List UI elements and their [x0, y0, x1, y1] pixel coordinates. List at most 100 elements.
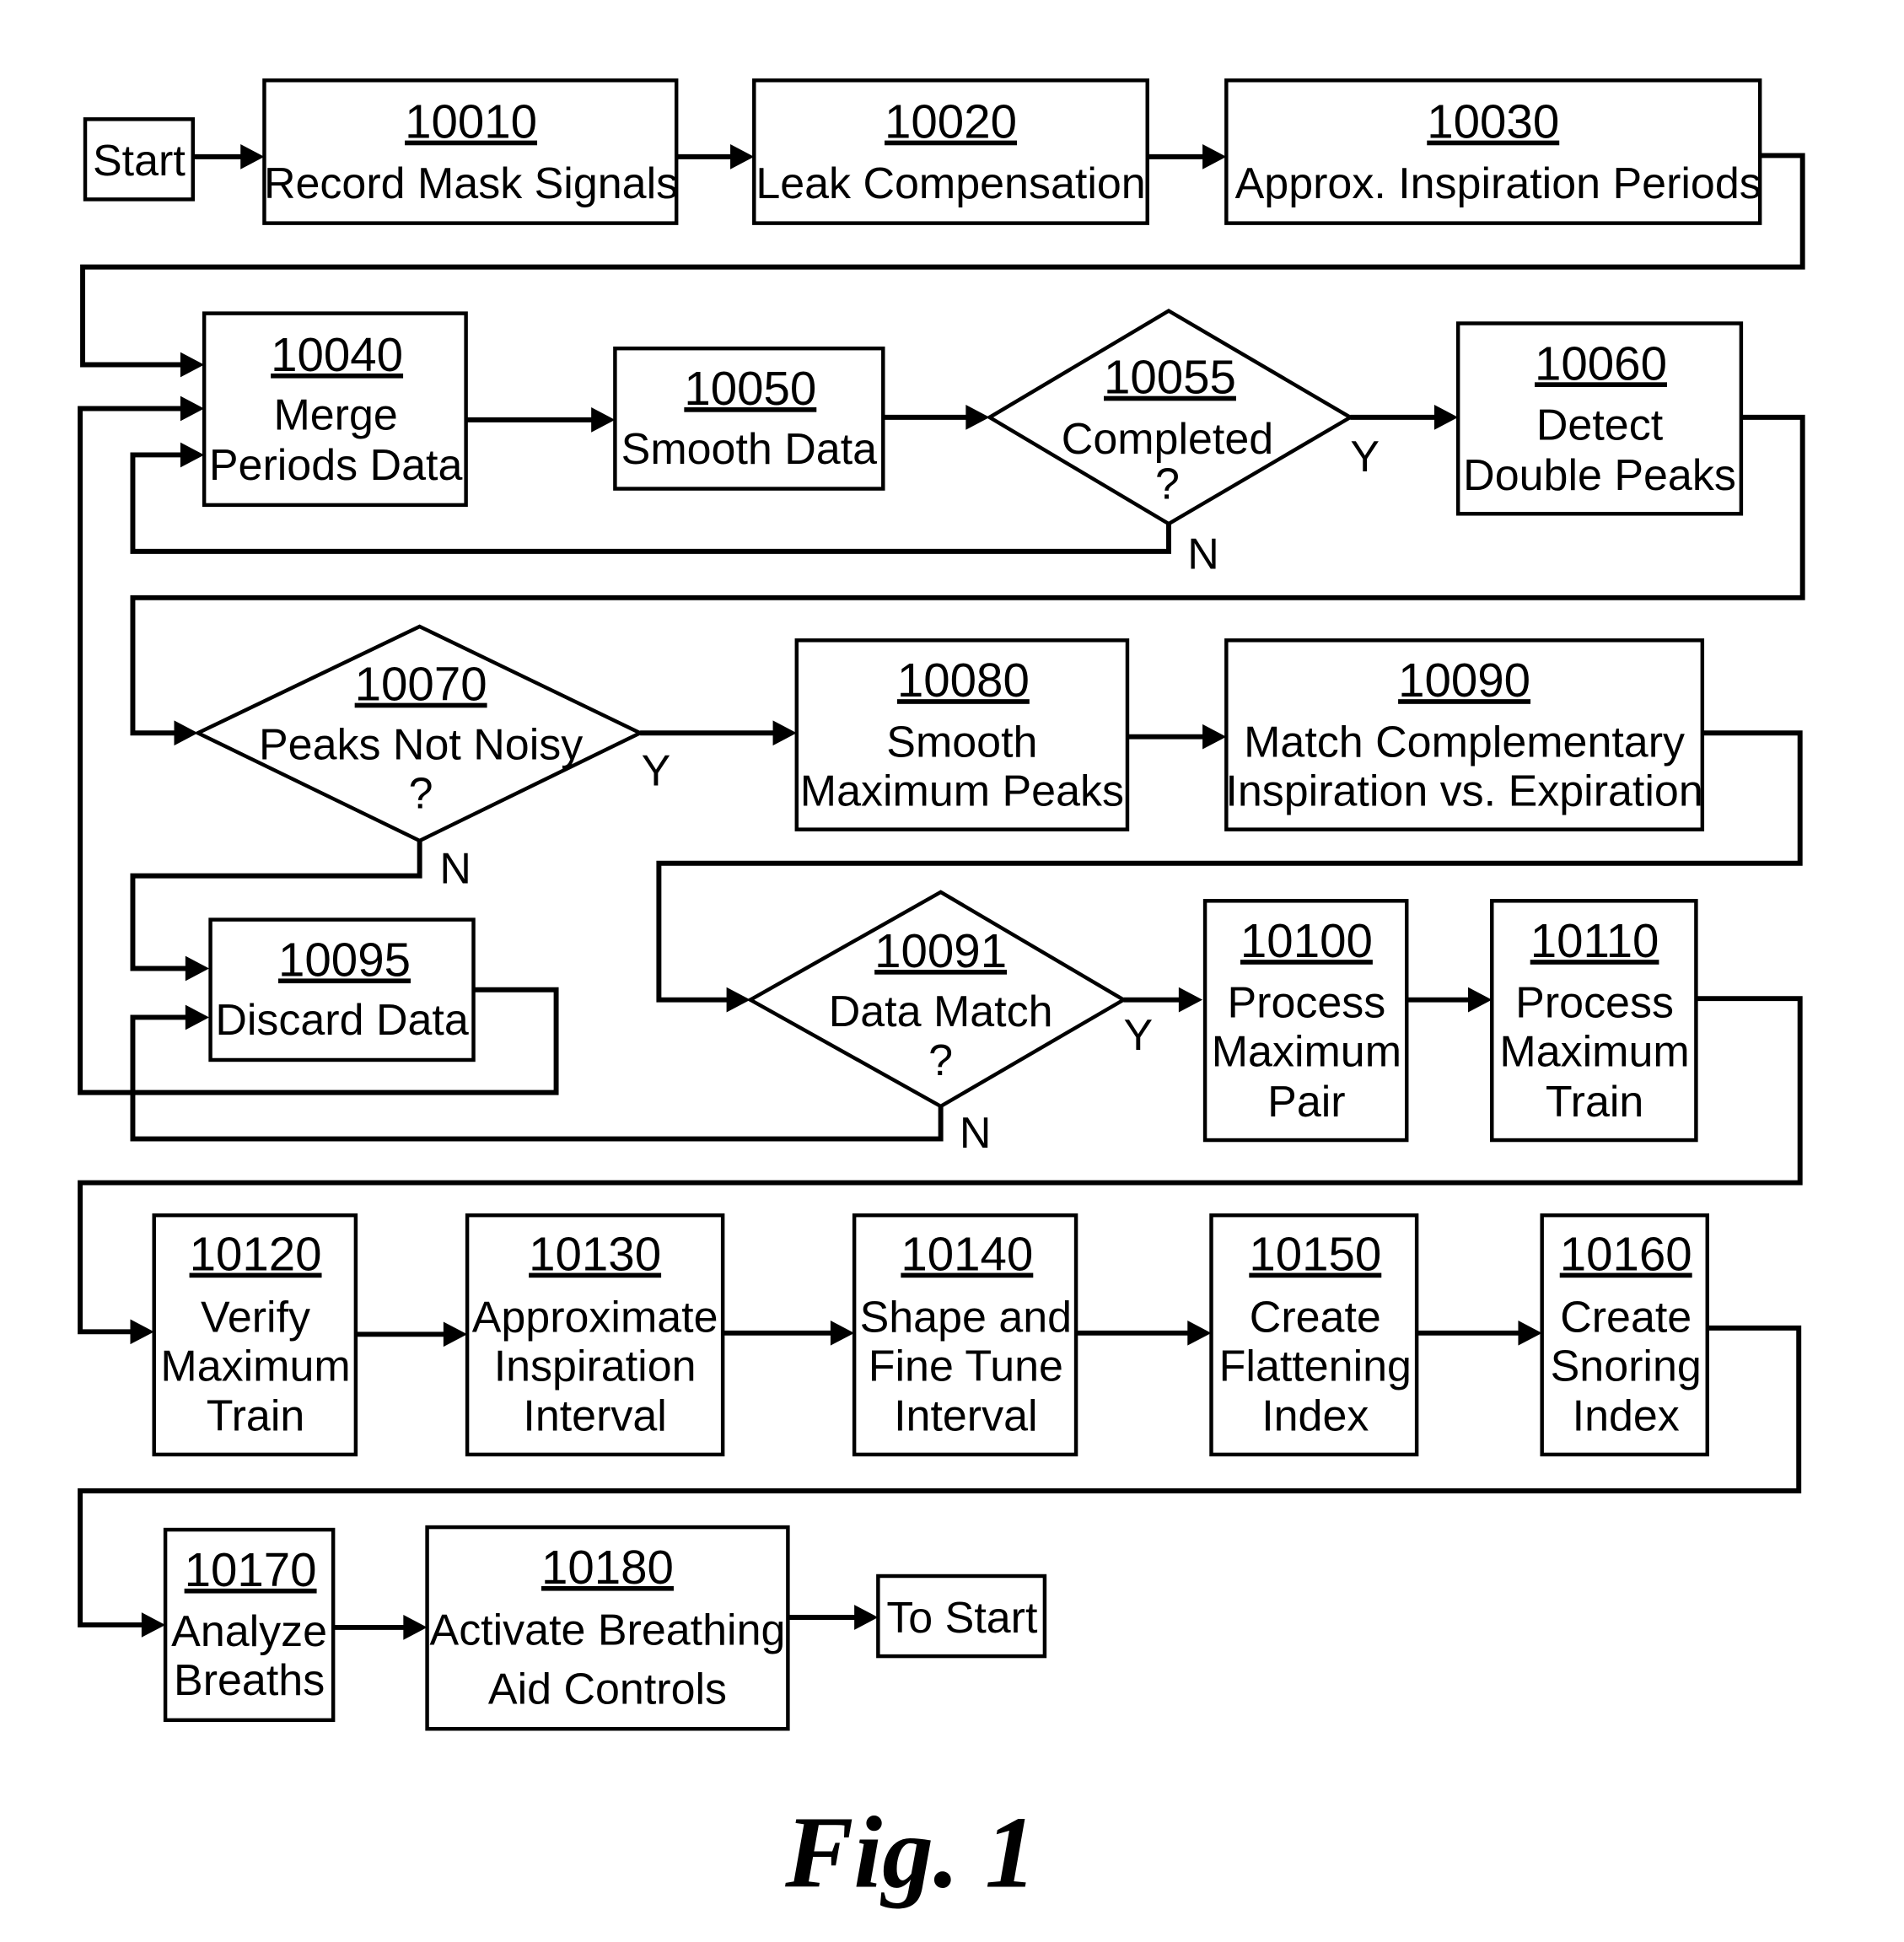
- step-label: Activate Breathing: [430, 1606, 786, 1655]
- no-label: N: [1187, 530, 1219, 579]
- step-number: 10110: [1530, 914, 1659, 967]
- step-number: 10170: [185, 1543, 317, 1596]
- step-10030: 10030 Approx. Inspiration Periods: [1224, 78, 1762, 225]
- arrowhead: [1433, 405, 1459, 430]
- to-start-terminal: To Start: [876, 1574, 1047, 1659]
- arrowhead: [141, 1612, 166, 1638]
- step-label: Maximum Peaks: [800, 767, 1124, 815]
- step-label: Peaks Not Noisy: [259, 720, 583, 769]
- step-10130: 10130 Approximate Inspiration Interval: [465, 1213, 725, 1457]
- step-number: 10030: [1427, 95, 1559, 148]
- arrowhead: [185, 955, 210, 982]
- step-label: Merge: [273, 391, 397, 440]
- step-label: Smooth Data: [621, 425, 877, 474]
- step-number: 10140: [901, 1228, 1033, 1281]
- step-label: Smooth: [886, 718, 1037, 767]
- step-label: Start: [93, 137, 186, 186]
- step-10150: 10150 Create Flattening Index: [1209, 1213, 1419, 1457]
- step-label: Aid Controls: [488, 1665, 727, 1714]
- arrowhead: [830, 1320, 855, 1346]
- step-label: ?: [409, 769, 433, 818]
- step-10050: 10050 Smooth Data: [613, 346, 885, 491]
- step-label: Pair: [1267, 1078, 1345, 1127]
- arrowhead: [240, 144, 265, 169]
- step-10120: 10120 Verify Maximum Train: [152, 1213, 358, 1457]
- step-label: Flattening: [1219, 1342, 1412, 1391]
- step-label: Approximate: [472, 1293, 718, 1342]
- step-10100: 10100 Process Maximum Pair: [1202, 899, 1409, 1143]
- step-number: 10100: [1240, 914, 1373, 967]
- step-10020: 10020 Leak Compensation: [752, 78, 1149, 225]
- step-label: Data Match: [829, 987, 1053, 1036]
- step-label: Shape and: [860, 1293, 1072, 1342]
- step-number: 10180: [541, 1541, 674, 1594]
- step-label: Approx. Inspiration Periods: [1235, 159, 1761, 208]
- arrowhead: [180, 352, 205, 378]
- step-label: To Start: [886, 1594, 1038, 1643]
- arrowhead: [965, 405, 990, 430]
- step-number: 10020: [885, 95, 1017, 148]
- arrowhead: [185, 1004, 210, 1030]
- step-label: Maximum: [160, 1342, 350, 1391]
- step-label: Snoring: [1551, 1342, 1702, 1391]
- arrowhead: [403, 1615, 428, 1640]
- arrowhead: [180, 442, 205, 468]
- step-label: Verify: [201, 1293, 310, 1342]
- step-label: Interval: [523, 1392, 666, 1441]
- step-10010: 10010 Record Mask Signals: [262, 78, 679, 225]
- yes-label: Y: [1124, 1011, 1154, 1060]
- step-label: ?: [1155, 460, 1180, 508]
- decision-10091: 10091 Data Match ?: [746, 890, 1127, 1109]
- arrowhead: [180, 395, 205, 422]
- yes-label: Y: [642, 747, 671, 796]
- step-label: Inspiration vs. Expiration: [1225, 767, 1702, 815]
- step-label: Maximum: [1499, 1027, 1689, 1076]
- step-label: Create: [1560, 1293, 1692, 1342]
- step-number: 10040: [271, 328, 403, 381]
- step-label: Maximum: [1212, 1027, 1401, 1076]
- step-10090: 10090 Match Complementary Inspiration vs…: [1224, 638, 1705, 831]
- step-10170: 10170 Analyze Breaths: [163, 1527, 336, 1723]
- decision-10055: 10055 Completed ?: [986, 309, 1354, 526]
- step-10080: 10080 Smooth Maximum Peaks: [794, 638, 1130, 831]
- step-number: 10080: [897, 654, 1030, 707]
- arrowhead: [1518, 1320, 1542, 1346]
- step-10060: 10060 Detect Double Peaks: [1455, 321, 1744, 516]
- figure-caption: Fig. 1: [784, 1795, 1036, 1909]
- step-number: 10160: [1560, 1228, 1692, 1281]
- arrowhead: [443, 1321, 468, 1348]
- step-number: 10010: [405, 95, 537, 148]
- step-number: 10055: [1104, 351, 1236, 404]
- step-number: 10060: [1535, 336, 1667, 390]
- step-label: Analyze: [171, 1607, 327, 1656]
- step-label: Train: [207, 1392, 305, 1441]
- step-label: Discard Data: [215, 996, 469, 1045]
- arrowhead: [1187, 1320, 1212, 1346]
- decision-10070: 10070 Peaks Not Noisy ?: [193, 624, 645, 843]
- arrowhead: [730, 144, 755, 169]
- no-label: N: [439, 845, 471, 894]
- step-10180: 10180 Activate Breathing Aid Controls: [425, 1525, 790, 1731]
- step-label: Interval: [894, 1392, 1037, 1441]
- step-label: Fine Tune: [869, 1342, 1063, 1391]
- step-label: ?: [928, 1036, 953, 1085]
- step-10140: 10140 Shape and Fine Tune Interval: [852, 1213, 1078, 1457]
- step-10160: 10160 Create Snoring Index: [1540, 1213, 1710, 1457]
- arrowhead: [1178, 987, 1203, 1013]
- flowchart: Start 10010 Record Mask Signals 10020 Le…: [78, 78, 1805, 1909]
- step-label: Match Complementary: [1244, 718, 1685, 767]
- arrowhead: [1202, 144, 1227, 169]
- step-label: Inspiration: [494, 1342, 697, 1391]
- step-number: 10150: [1249, 1228, 1381, 1281]
- step-number: 10050: [684, 362, 816, 415]
- step-label: Breaths: [174, 1656, 325, 1705]
- step-number: 10091: [874, 924, 1007, 977]
- step-label: Completed: [1062, 415, 1273, 464]
- step-label: Train: [1546, 1078, 1644, 1127]
- step-label: Process: [1228, 978, 1386, 1027]
- step-10110: 10110 Process Maximum Train: [1490, 899, 1698, 1143]
- step-number: 10130: [529, 1228, 661, 1281]
- arrowhead: [1202, 724, 1227, 750]
- arrowhead: [591, 407, 616, 433]
- step-label: Double Peaks: [1463, 451, 1736, 500]
